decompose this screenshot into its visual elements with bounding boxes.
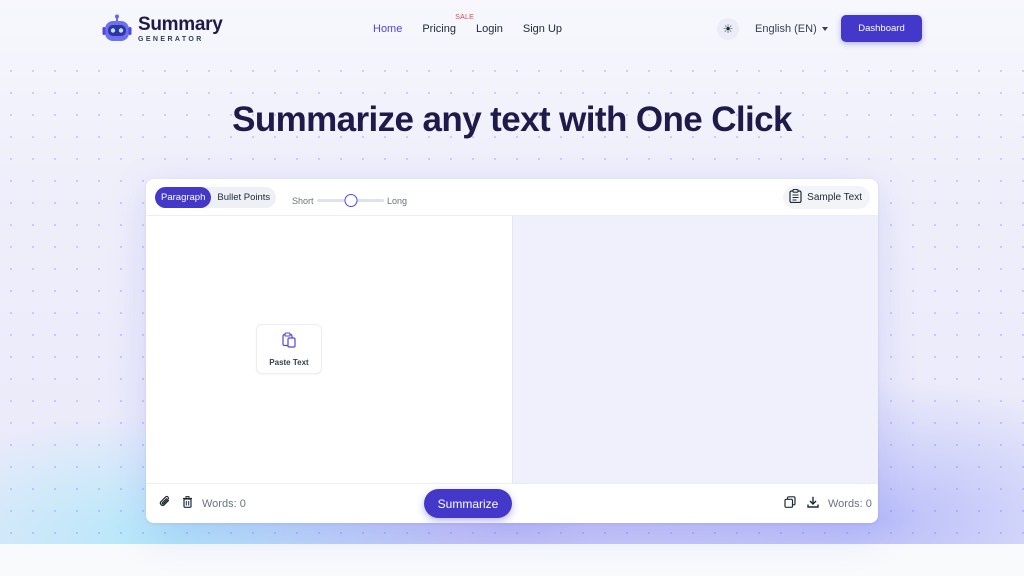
editor-footer: Words: 0 Summarize Words: 0 <box>146 483 878 523</box>
top-header: Summary GENERATOR Home Pricing SALE Logi… <box>0 0 1024 58</box>
nav-home-link[interactable]: Home <box>373 23 402 35</box>
trash-icon <box>182 495 193 513</box>
copy-summary-button[interactable] <box>783 495 797 513</box>
sample-text-label: Sample Text <box>807 192 862 203</box>
summarize-button[interactable]: Summarize <box>424 489 512 518</box>
sample-text-button[interactable]: Sample Text <box>783 186 870 209</box>
language-selector[interactable]: English (EN) <box>755 23 828 35</box>
robot-logo-icon <box>102 14 132 44</box>
copy-icon <box>784 495 796 513</box>
brand-title: Summary <box>138 14 223 35</box>
output-word-count: Words: 0 <box>828 498 872 510</box>
input-word-count: Words: 0 <box>202 498 246 510</box>
dashboard-button[interactable]: Dashboard <box>841 15 922 42</box>
clipboard-list-icon <box>789 189 802 206</box>
clear-text-button[interactable] <box>180 495 194 513</box>
download-summary-button[interactable] <box>806 495 820 513</box>
paste-icon <box>282 331 296 353</box>
brand-logo[interactable]: Summary GENERATOR <box>102 14 223 44</box>
paperclip-icon <box>159 495 171 513</box>
input-text-area[interactable]: Paste Text <box>146 216 512 483</box>
length-long-label: Long <box>387 196 408 206</box>
paste-text-label: Paste Text <box>269 357 309 367</box>
language-label: English (EN) <box>755 23 817 35</box>
nav-pricing-label: Pricing <box>422 23 456 35</box>
paste-text-button[interactable]: Paste Text <box>256 324 322 374</box>
editor-toolbar: Paragraph Bullet Points Short Long Sampl… <box>146 179 878 216</box>
summary-length-slider[interactable] <box>317 194 384 207</box>
summary-output-area <box>512 216 878 483</box>
mode-paragraph-button[interactable]: Paragraph <box>155 187 212 208</box>
length-short-label: Short <box>292 196 314 206</box>
summarizer-card: Paragraph Bullet Points Short Long Sampl… <box>146 179 878 523</box>
nav-login-link[interactable]: Login <box>476 23 503 35</box>
download-icon <box>807 495 819 513</box>
nav-pricing-link[interactable]: Pricing SALE <box>422 14 473 35</box>
sun-icon: ☀ <box>722 22 734 36</box>
nav-signup-link[interactable]: Sign Up <box>523 23 562 35</box>
brand-subtitle: GENERATOR <box>138 36 204 43</box>
page-bottom-band <box>0 544 1024 576</box>
mode-bullet-points-button[interactable]: Bullet Points <box>211 187 276 208</box>
hero-headline: Summarize any text with One Click <box>232 100 792 139</box>
theme-toggle-button[interactable]: ☀ <box>717 18 739 40</box>
mode-toggle-group: Paragraph Bullet Points <box>155 187 277 208</box>
sale-badge: SALE <box>455 14 474 21</box>
slider-thumb[interactable] <box>344 194 357 207</box>
attach-file-button[interactable] <box>158 495 172 513</box>
main-nav: Home Pricing SALE Login Sign Up <box>373 14 562 35</box>
chevron-down-icon <box>821 27 828 31</box>
